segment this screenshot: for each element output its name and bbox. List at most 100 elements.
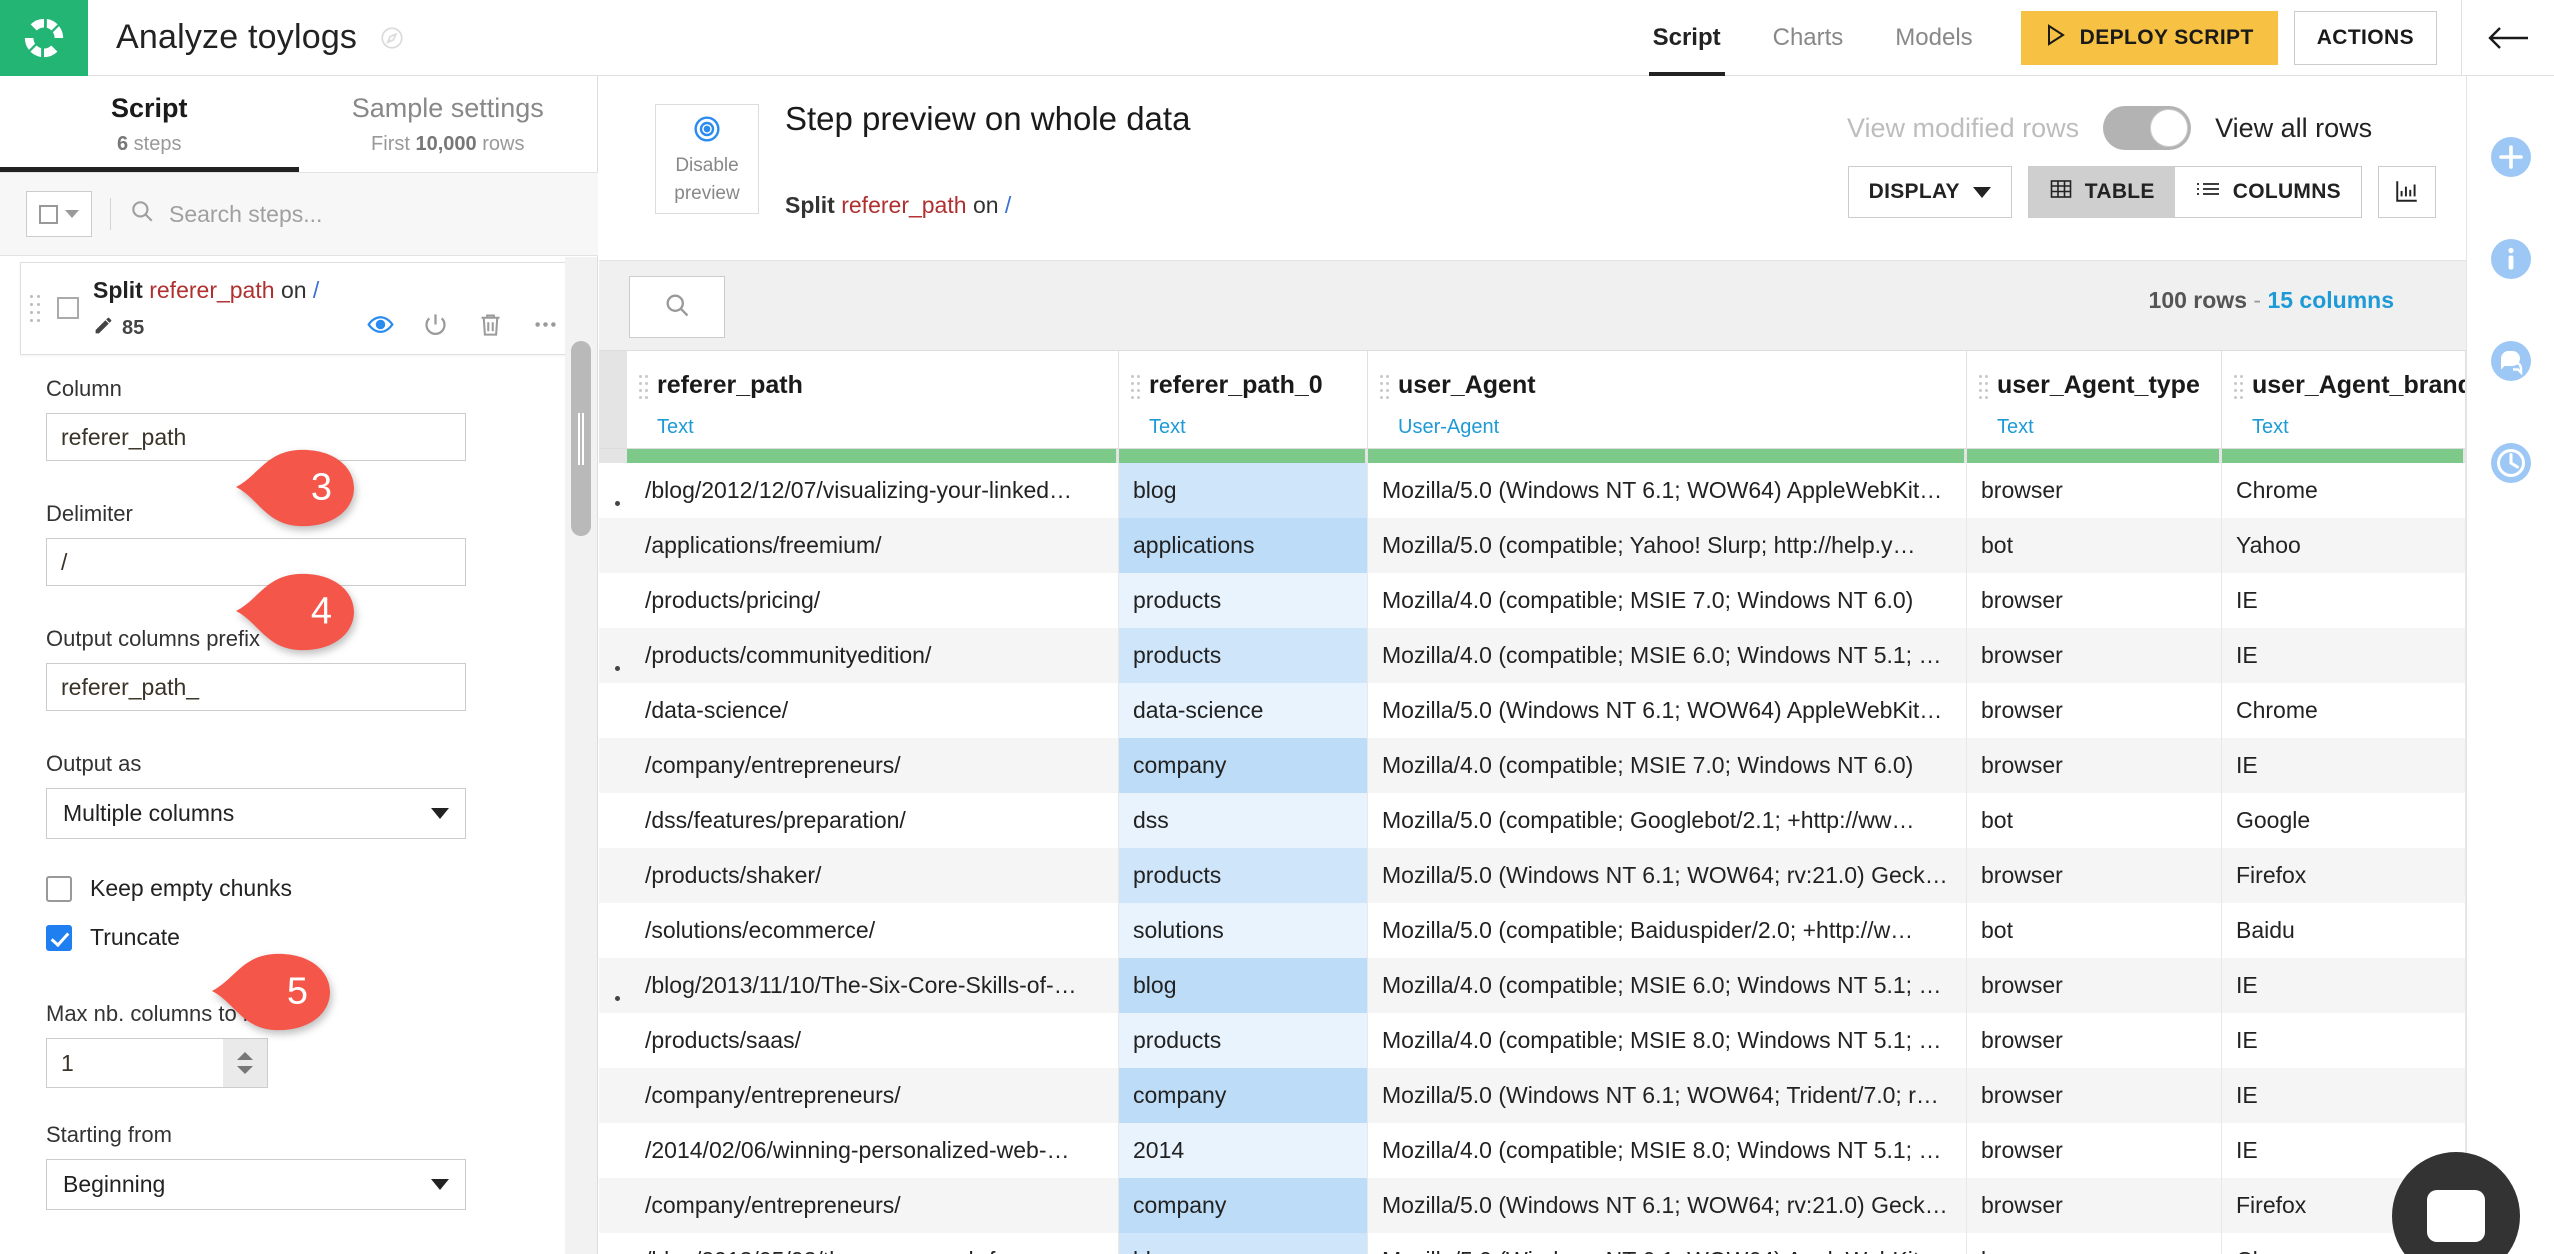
cell-referer_path_0[interactable]: company <box>1119 738 1368 793</box>
cell-referer_path_0[interactable]: company <box>1119 1178 1368 1233</box>
cell-user_Agent_brand[interactable]: Yahoo <box>2222 518 2466 573</box>
plus-icon[interactable] <box>2486 132 2536 182</box>
starting-from-select[interactable]: Beginning <box>46 1159 466 1210</box>
cell-user_Agent_brand[interactable]: Google <box>2222 793 2466 848</box>
cell-referer_path[interactable]: /data-science/ <box>627 683 1119 738</box>
cell-user_Agent_type[interactable]: browser <box>1967 738 2222 793</box>
cell-referer_path_0[interactable]: products <box>1119 848 1368 903</box>
tab-script[interactable]: Script <box>1627 0 1747 76</box>
clock-icon[interactable] <box>2486 438 2536 488</box>
table-search-input[interactable] <box>629 276 725 338</box>
tab-charts[interactable]: Charts <box>1747 0 1870 76</box>
cell-user_Agent_brand[interactable]: IE <box>2222 1068 2466 1123</box>
cell-referer_path[interactable]: /2014/02/06/winning-personalized-web-… <box>627 1123 1119 1178</box>
chat-icon[interactable] <box>2486 336 2536 386</box>
table-row[interactable]: /products/communityedition/productsMozil… <box>599 628 2466 683</box>
table-row[interactable]: /2014/02/06/winning-personalized-web-…20… <box>599 1123 2466 1178</box>
cell-user_Agent_type[interactable]: browser <box>1967 1123 2222 1178</box>
cell-referer_path_0[interactable]: products <box>1119 1013 1368 1068</box>
cell-user_Agent_type[interactable]: bot <box>1967 793 2222 848</box>
cell-referer_path_0[interactable]: products <box>1119 573 1368 628</box>
cell-referer_path[interactable]: /solutions/ecommerce/ <box>627 903 1119 958</box>
cell-user_Agent[interactable]: Mozilla/4.0 (compatible; MSIE 7.0; Windo… <box>1368 573 1967 628</box>
cell-referer_path[interactable]: /blog/2013/11/10/The-Six-Core-Skills-of-… <box>627 958 1119 1013</box>
table-row[interactable]: /blog/2012/12/07/visualizing-your-linked… <box>599 463 2466 518</box>
cell-referer_path_0[interactable]: dss <box>1119 793 1368 848</box>
cell-referer_path[interactable]: /company/entrepreneurs/ <box>627 1068 1119 1123</box>
cell-referer_path_0[interactable]: blog <box>1119 463 1368 518</box>
table-row[interactable]: /company/entrepreneurs/companyMozilla/4.… <box>599 738 2466 793</box>
view-rows-toggle[interactable] <box>2103 106 2191 150</box>
table-row[interactable]: /company/entrepreneurs/companyMozilla/5.… <box>599 1068 2466 1123</box>
deploy-script-button[interactable]: DEPLOY SCRIPT <box>2021 11 2278 65</box>
cell-user_Agent_brand[interactable]: IE <box>2222 573 2466 628</box>
column-header-user-agent-brand[interactable]: user_Agent_brand Text <box>2222 351 2466 448</box>
cell-user_Agent_type[interactable]: browser <box>1967 848 2222 903</box>
cell-user_Agent_type[interactable]: browser <box>1967 463 2222 518</box>
cell-user_Agent[interactable]: Mozilla/5.0 (Windows NT 6.1; WOW64; rv:2… <box>1368 1178 1967 1233</box>
cell-user_Agent_brand[interactable]: IE <box>2222 1013 2466 1068</box>
view-modified-rows-label[interactable]: View modified rows <box>1847 113 2079 144</box>
cell-user_Agent[interactable]: Mozilla/5.0 (Windows NT 6.1; WOW64) Appl… <box>1368 463 1967 518</box>
truncate-checkbox[interactable] <box>46 925 72 951</box>
column-header-user-agent-type[interactable]: user_Agent_type Text <box>1967 351 2222 448</box>
cell-referer_path[interactable]: /blog/2013/05/02/the-new-search-fuzzy… <box>627 1233 1119 1254</box>
drag-handle-icon[interactable] <box>2234 375 2245 401</box>
column-type[interactable]: Text <box>1149 416 1367 439</box>
stepper-up-icon[interactable] <box>237 1052 253 1060</box>
compass-icon[interactable] <box>379 25 405 51</box>
cell-referer_path[interactable]: /products/shaker/ <box>627 848 1119 903</box>
column-header-referer-path[interactable]: referer_path Text <box>627 351 1119 448</box>
stepper-buttons[interactable] <box>223 1039 267 1087</box>
table-row[interactable]: /blog/2013/05/02/the-new-search-fuzzy…bl… <box>599 1233 2466 1254</box>
trash-icon[interactable] <box>477 311 504 338</box>
sidebar-scrollbar[interactable] <box>571 341 591 536</box>
cell-referer_path_0[interactable]: company <box>1119 1068 1368 1123</box>
cell-user_Agent[interactable]: Mozilla/4.0 (compatible; MSIE 6.0; Windo… <box>1368 958 1967 1013</box>
cell-user_Agent_type[interactable]: browser <box>1967 573 2222 628</box>
cell-referer_path[interactable]: /blog/2012/12/07/visualizing-your-linked… <box>627 463 1119 518</box>
step-card-split[interactable]: Split referer_path on / 85 <box>20 262 578 355</box>
cell-referer_path[interactable]: /products/communityedition/ <box>627 628 1119 683</box>
table-row[interactable]: /products/pricing/productsMozilla/4.0 (c… <box>599 573 2466 628</box>
cell-referer_path[interactable]: /products/pricing/ <box>627 573 1119 628</box>
table-row[interactable]: /solutions/ecommerce/solutionsMozilla/5.… <box>599 903 2466 958</box>
cell-user_Agent_type[interactable]: bot <box>1967 518 2222 573</box>
table-view-button[interactable]: TABLE <box>2029 167 2175 217</box>
step-checkbox[interactable] <box>57 297 79 319</box>
column-type[interactable]: Text <box>657 416 1118 439</box>
cell-user_Agent[interactable]: Mozilla/4.0 (compatible; MSIE 8.0; Windo… <box>1368 1123 1967 1178</box>
cell-user_Agent_brand[interactable]: Chrome <box>2222 683 2466 738</box>
column-header-user-agent[interactable]: user_Agent User-Agent <box>1368 351 1967 448</box>
view-all-rows-label[interactable]: View all rows <box>2215 113 2372 144</box>
stepper-down-icon[interactable] <box>237 1066 253 1074</box>
power-icon[interactable] <box>422 311 449 338</box>
cell-user_Agent[interactable]: Mozilla/5.0 (Windows NT 6.1; WOW64; rv:2… <box>1368 848 1967 903</box>
disable-preview-button[interactable]: Disable preview <box>655 104 759 214</box>
table-row[interactable]: /products/saas/productsMozilla/4.0 (comp… <box>599 1013 2466 1068</box>
cell-user_Agent_brand[interactable]: IE <box>2222 738 2466 793</box>
search-steps-input[interactable]: Search steps... <box>129 198 572 230</box>
cell-referer_path_0[interactable]: 2014 <box>1119 1123 1368 1178</box>
tab-script-steps[interactable]: Script 6 steps <box>0 76 299 172</box>
tab-sample-settings[interactable]: Sample settings First 10,000 rows <box>299 76 598 172</box>
actions-button[interactable]: ACTIONS <box>2294 11 2437 65</box>
table-row[interactable]: /dss/features/preparation/dssMozilla/5.0… <box>599 793 2466 848</box>
cell-user_Agent[interactable]: Mozilla/5.0 (Windows NT 6.1; WOW64) Appl… <box>1368 683 1967 738</box>
cell-user_Agent[interactable]: Mozilla/4.0 (compatible; MSIE 7.0; Windo… <box>1368 738 1967 793</box>
cell-referer_path_0[interactable]: blog <box>1119 958 1368 1013</box>
columns-count[interactable]: 15 columns <box>2267 287 2394 313</box>
truncate-row[interactable]: Truncate <box>46 924 506 951</box>
cell-user_Agent[interactable]: Mozilla/5.0 (compatible; Googlebot/2.1; … <box>1368 793 1967 848</box>
cell-user_Agent[interactable]: Mozilla/5.0 (compatible; Baiduspider/2.0… <box>1368 903 1967 958</box>
output-prefix-input[interactable]: referer_path_ <box>46 663 466 711</box>
select-all-steps-dropdown[interactable] <box>26 191 92 237</box>
cell-referer_path[interactable]: /company/entrepreneurs/ <box>627 1178 1119 1233</box>
keep-empty-chunks-row[interactable]: Keep empty chunks <box>46 875 506 902</box>
drag-handle-icon[interactable] <box>30 295 42 323</box>
cell-user_Agent[interactable]: Mozilla/5.0 (Windows NT 6.1; WOW64; Trid… <box>1368 1068 1967 1123</box>
select-all-checkbox[interactable] <box>39 205 58 224</box>
cell-user_Agent[interactable]: Mozilla/4.0 (compatible; MSIE 6.0; Windo… <box>1368 628 1967 683</box>
display-button[interactable]: DISPLAY <box>1848 166 2012 218</box>
columns-view-button[interactable]: COLUMNS <box>2175 167 2361 217</box>
